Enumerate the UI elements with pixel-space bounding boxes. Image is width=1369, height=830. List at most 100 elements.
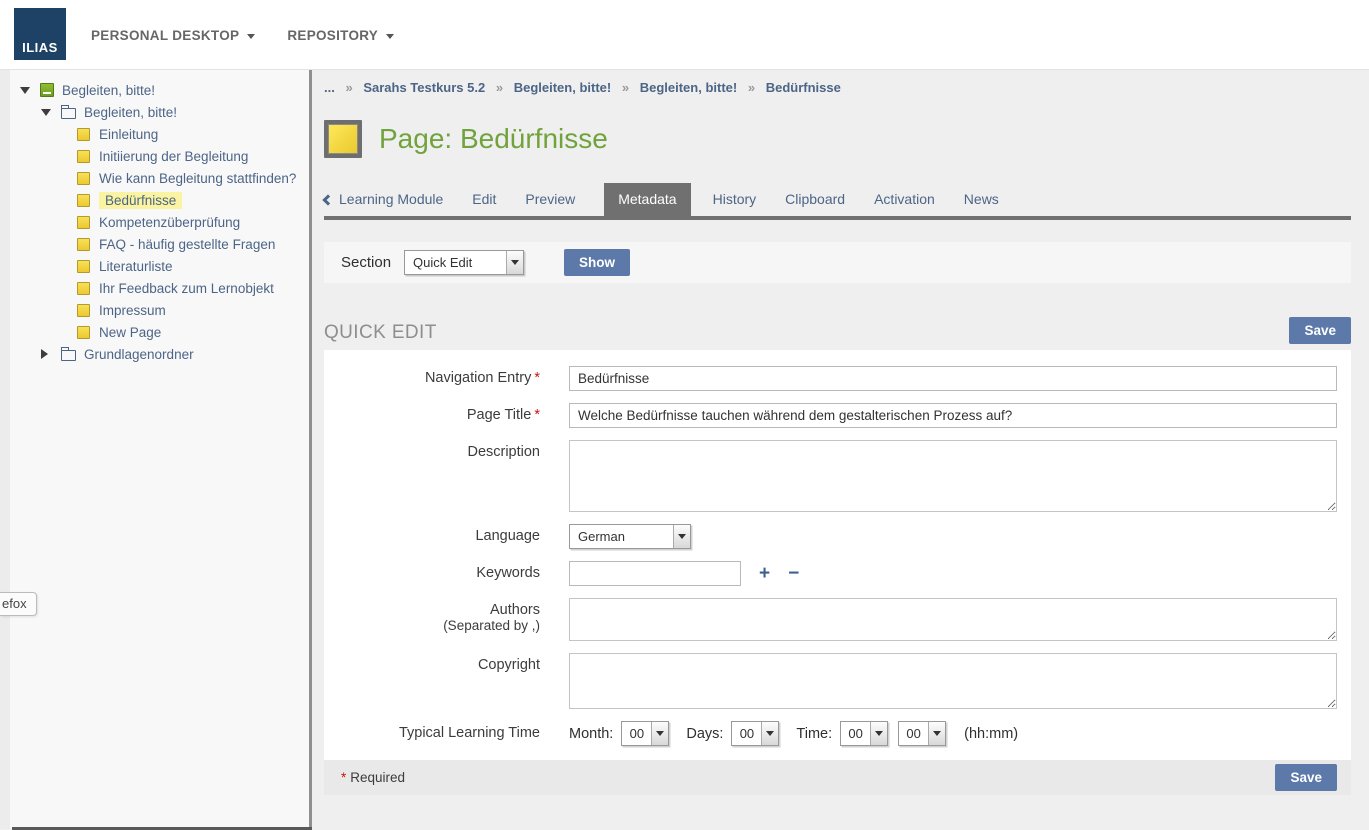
form-row-page-title: Page Title* [324, 403, 1337, 428]
form-row-keywords: Keywords + − [324, 561, 1337, 586]
days-select[interactable]: 00 [731, 721, 779, 746]
page-icon [77, 326, 90, 339]
page-title: Page: Bedürfnisse [379, 123, 608, 155]
tree-item-label[interactable]: Bedürfnisse [99, 192, 182, 209]
breadcrumb-link[interactable]: Bedürfnisse [766, 80, 841, 95]
breadcrumb-separator: » [622, 80, 629, 95]
select-arrow-icon [761, 722, 778, 745]
main-panel: ... » Sarahs Testkurs 5.2 » Begleiten, b… [312, 70, 1369, 829]
form-footer: *Required Save [324, 760, 1351, 795]
tree-item-page[interactable]: Einleitung [10, 123, 309, 145]
ilias-logo[interactable]: ILIAS [14, 8, 66, 60]
tab-preview[interactable]: Preview [525, 183, 575, 216]
copyright-textarea[interactable] [569, 653, 1337, 709]
keyword-remove-button[interactable]: − [788, 563, 799, 585]
tree-item-page[interactable]: Impressum [10, 299, 309, 321]
save-button-top[interactable]: Save [1289, 317, 1351, 344]
breadcrumb-separator: » [345, 80, 352, 95]
expander-open-icon[interactable] [41, 109, 52, 116]
language-select[interactable]: German [569, 524, 691, 549]
tab-history[interactable]: History [713, 183, 757, 216]
tree-item-label[interactable]: Wie kann Begleitung stattfinden? [99, 171, 296, 186]
tree-item-label[interactable]: Grundlagenordner [84, 347, 194, 362]
save-button-bottom[interactable]: Save [1275, 764, 1337, 791]
tree-item-page[interactable]: Wie kann Begleitung stattfinden? [10, 167, 309, 189]
tab-underline [324, 216, 1351, 220]
month-select[interactable]: 00 [621, 721, 669, 746]
expander-open-icon[interactable] [20, 87, 31, 94]
breadcrumb-link[interactable]: Begleiten, bitte! [514, 80, 612, 95]
tree-item-label[interactable]: Begleiten, bitte! [62, 83, 155, 98]
tree-item-label[interactable]: Kompetenzüberprüfung [99, 215, 240, 230]
menu-repository[interactable]: REPOSITORY [287, 28, 394, 43]
menu-label: REPOSITORY [287, 28, 378, 43]
menu-personal-desktop[interactable]: PERSONAL DESKTOP [91, 28, 255, 43]
required-asterisk: * [341, 770, 346, 785]
field-label: Copyright [324, 653, 569, 709]
tree-item-page[interactable]: Literaturliste [10, 255, 309, 277]
show-button[interactable]: Show [564, 249, 630, 276]
tree-item-page[interactable]: Initiierung der Begleitung [10, 145, 309, 167]
tab-back-learning-module[interactable]: Learning Module [324, 183, 443, 216]
description-textarea[interactable] [569, 440, 1337, 512]
month-label: Month: [569, 726, 613, 742]
required-asterisk: * [534, 407, 540, 423]
page-icon [77, 216, 90, 229]
chevron-down-icon [386, 34, 394, 39]
folder-icon [61, 108, 76, 119]
breadcrumb-link[interactable]: Sarahs Testkurs 5.2 [363, 80, 485, 95]
select-arrow-icon [506, 251, 523, 274]
time-label: Time: [796, 726, 832, 742]
tab-edit[interactable]: Edit [472, 183, 496, 216]
breadcrumb-link[interactable]: Begleiten, bitte! [640, 80, 738, 95]
time-format-hint: (hh:mm) [964, 726, 1018, 742]
tree-item-label[interactable]: Begleiten, bitte! [84, 105, 177, 120]
tab-clipboard[interactable]: Clipboard [785, 183, 845, 216]
select-arrow-icon [870, 722, 887, 745]
minutes-select[interactable]: 00 [898, 721, 946, 746]
form-row-description: Description [324, 440, 1337, 512]
page-icon [324, 120, 362, 158]
breadcrumb-link[interactable]: ... [324, 80, 335, 95]
hours-select[interactable]: 00 [840, 721, 888, 746]
tabs-bar: Learning Module Edit Preview Metadata Hi… [324, 183, 1351, 220]
quick-edit-heading: QUICK EDIT [324, 322, 437, 344]
page-title-input[interactable] [569, 403, 1337, 428]
tree-item-page[interactable]: Kompetenzüberprüfung [10, 211, 309, 233]
required-asterisk: * [534, 370, 540, 386]
authors-textarea[interactable] [569, 598, 1337, 641]
page-icon [77, 304, 90, 317]
tree-item-page-selected[interactable]: Bedürfnisse [10, 189, 309, 211]
breadcrumb-separator: » [748, 80, 755, 95]
tree-item-label[interactable]: Impressum [99, 303, 166, 318]
tab-metadata[interactable]: Metadata [604, 183, 690, 216]
breadcrumb: ... » Sarahs Testkurs 5.2 » Begleiten, b… [324, 80, 1351, 95]
tree-item-folder-collapsed[interactable]: Grundlagenordner [10, 343, 309, 365]
keywords-input[interactable] [569, 561, 741, 586]
tree-item-label[interactable]: Literaturliste [99, 259, 173, 274]
expander-collapsed-icon[interactable] [41, 349, 52, 359]
field-label: Typical Learning Time [324, 721, 569, 746]
tree-sidebar: Begleiten, bitte! Begleiten, bitte! Einl… [10, 70, 309, 829]
tab-news[interactable]: News [964, 183, 999, 216]
section-select[interactable]: Quick Edit [404, 250, 524, 275]
tree-item-page[interactable]: FAQ - häufig gestellte Fragen [10, 233, 309, 255]
tree-item-page[interactable]: Ihr Feedback zum Lernobjekt [10, 277, 309, 299]
tree-item-page[interactable]: New Page [10, 321, 309, 343]
browser-tooltip-fragment: efox [0, 592, 37, 616]
tree-item-label[interactable]: New Page [99, 325, 161, 340]
tree-item-label[interactable]: Initiierung der Begleitung [99, 149, 248, 164]
page-header: Page: Bedürfnisse [324, 120, 1351, 158]
page-icon [77, 194, 90, 207]
tree-item-chapter[interactable]: Begleiten, bitte! [10, 101, 309, 123]
learning-module-icon [40, 83, 54, 97]
tab-activation[interactable]: Activation [874, 183, 935, 216]
keyword-add-button[interactable]: + [759, 563, 770, 585]
chevron-left-icon [322, 194, 333, 205]
tree-item-label[interactable]: FAQ - häufig gestellte Fragen [99, 237, 275, 252]
page-icon [77, 260, 90, 273]
tree-item-root[interactable]: Begleiten, bitte! [10, 79, 309, 101]
tree-item-label[interactable]: Ihr Feedback zum Lernobjekt [99, 281, 274, 296]
navigation-entry-input[interactable] [569, 366, 1337, 391]
tree-item-label[interactable]: Einleitung [99, 127, 158, 142]
